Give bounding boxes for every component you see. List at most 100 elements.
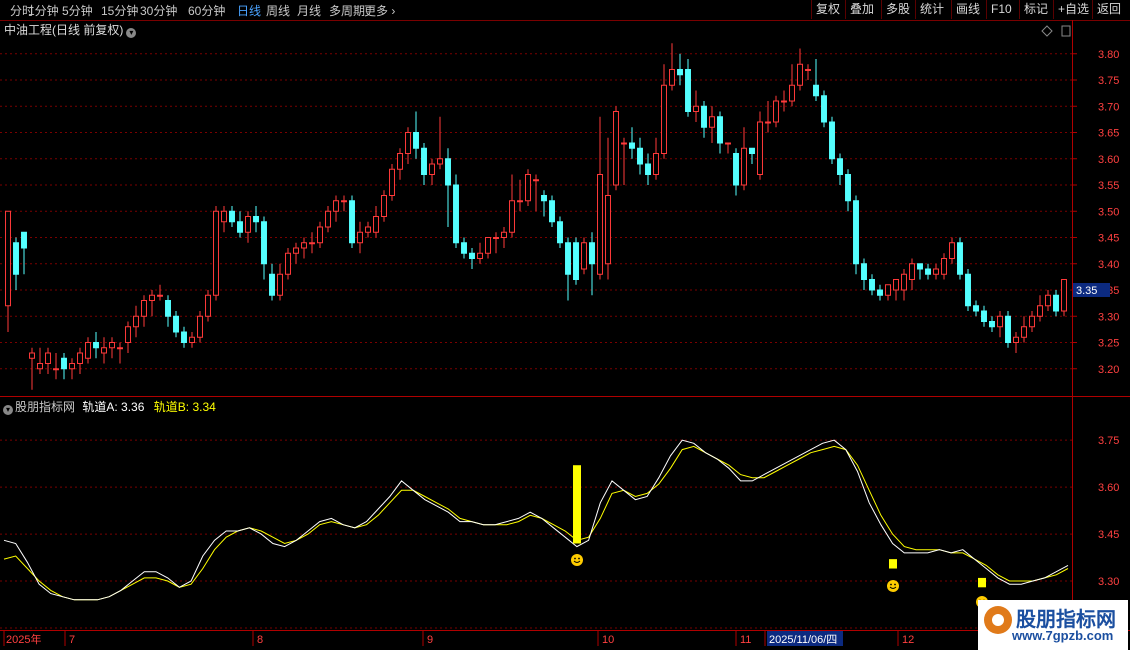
candle-body — [133, 315, 139, 328]
price-tick-1: 3.75 — [1098, 75, 1119, 87]
date-label-0: 2025年 — [6, 632, 41, 646]
candle-body — [669, 69, 675, 86]
candle-body — [501, 231, 507, 238]
price-tick-7: 3.45 — [1098, 233, 1119, 245]
line-b-label: 轨道B — [153, 400, 186, 414]
indicator-dropdown-icon[interactable]: ▾ — [3, 405, 13, 415]
candle-body — [309, 242, 315, 245]
candle-body — [981, 310, 987, 322]
candle-body — [597, 174, 603, 275]
indicator-header: ▾ 股朋指标网 轨道A: 3.36 轨道B: 3.34 — [3, 398, 216, 415]
candle-body — [821, 95, 827, 123]
candle-body — [181, 331, 187, 343]
date-label-2: 8 — [257, 634, 263, 646]
price-tick-6: 3.50 — [1098, 206, 1119, 218]
candle-body — [509, 200, 515, 233]
candle-body — [557, 221, 563, 244]
candle-body — [957, 242, 963, 275]
date-label-5: 11 — [740, 634, 751, 646]
candle-body — [253, 216, 259, 223]
candle-body — [893, 279, 899, 291]
candle-body — [573, 242, 579, 280]
candle-body — [349, 200, 355, 244]
candle-body — [141, 300, 147, 317]
candle-body — [621, 142, 627, 145]
candle-body — [149, 294, 155, 301]
candle-body — [277, 273, 283, 296]
signal-bar — [889, 559, 897, 569]
candle-body — [373, 216, 379, 233]
candle-body — [589, 242, 595, 265]
candle-body — [837, 158, 843, 175]
candle-body — [901, 273, 907, 291]
ind-tick-0: 3.75 — [1098, 435, 1119, 447]
candle-body — [645, 163, 651, 175]
candle-body — [413, 132, 419, 149]
candle-body — [389, 168, 395, 196]
candle-body — [997, 315, 1003, 328]
candle-body — [1029, 315, 1035, 328]
candle-body — [125, 326, 131, 343]
candle-body — [1021, 326, 1027, 338]
candle-body — [925, 268, 931, 275]
price-tick-5: 3.55 — [1098, 180, 1119, 192]
candle-body — [1037, 305, 1043, 317]
candle-body — [661, 84, 667, 154]
candle-body — [269, 273, 275, 296]
price-tick-2: 3.70 — [1098, 101, 1119, 113]
candle-body — [365, 226, 371, 233]
candle-body — [717, 116, 723, 144]
candle-body — [261, 221, 267, 265]
candle-body — [429, 163, 435, 175]
candle-body — [549, 200, 555, 223]
current-price-value: 3.35 — [1076, 285, 1097, 297]
candle-body — [213, 210, 219, 296]
price-tick-3: 3.65 — [1098, 128, 1119, 140]
candle-body — [693, 105, 699, 112]
price-tick-0: 3.80 — [1098, 49, 1119, 61]
candle-body — [861, 263, 867, 280]
candle-body — [53, 368, 59, 371]
candle-body — [973, 305, 979, 312]
indicator-name[interactable]: 股朋指标网 — [15, 400, 75, 414]
candle-body — [933, 268, 939, 275]
candle-body — [405, 132, 411, 154]
candle-body — [13, 242, 19, 275]
candle-body — [45, 352, 51, 364]
candle-body — [453, 184, 459, 244]
chart-canvas: 3.80 3.75 3.70 3.65 3.60 3.55 3.50 3.45 3.40 3.35… — [0, 20, 1130, 646]
candle-body — [197, 315, 203, 338]
candle-body — [653, 153, 659, 175]
candle-body — [1013, 336, 1019, 343]
candle-body — [1045, 294, 1051, 307]
candle-body — [397, 153, 403, 170]
candle-body — [789, 84, 795, 102]
candle-body — [845, 174, 851, 202]
candle-body — [61, 357, 67, 370]
watermark-url: www.7gpzb.com — [1012, 628, 1114, 643]
date-label-6: 2025/11/06/四 — [769, 634, 837, 646]
candle-body — [93, 342, 99, 349]
diamond-icon — [1041, 25, 1053, 37]
candle-body — [765, 121, 771, 124]
smiley-eye — [574, 557, 576, 560]
candle-body — [517, 200, 523, 203]
candle-body — [109, 342, 115, 349]
candle-body — [117, 347, 123, 350]
date-label-4: 10 — [602, 634, 614, 646]
candle-body — [885, 284, 891, 296]
candle-body — [709, 116, 715, 128]
candle-body — [437, 158, 443, 165]
candle-body — [1053, 294, 1059, 312]
candle-body — [325, 210, 331, 228]
smiley-eye — [578, 557, 580, 560]
candle-body — [637, 147, 643, 165]
candle-body — [781, 100, 787, 103]
candle-body — [165, 300, 171, 317]
candle-body — [757, 121, 763, 175]
candle-body — [581, 242, 587, 270]
candle-body — [941, 258, 947, 275]
candle-body — [301, 242, 307, 249]
candle-body — [725, 142, 731, 145]
candle-body — [381, 195, 387, 217]
